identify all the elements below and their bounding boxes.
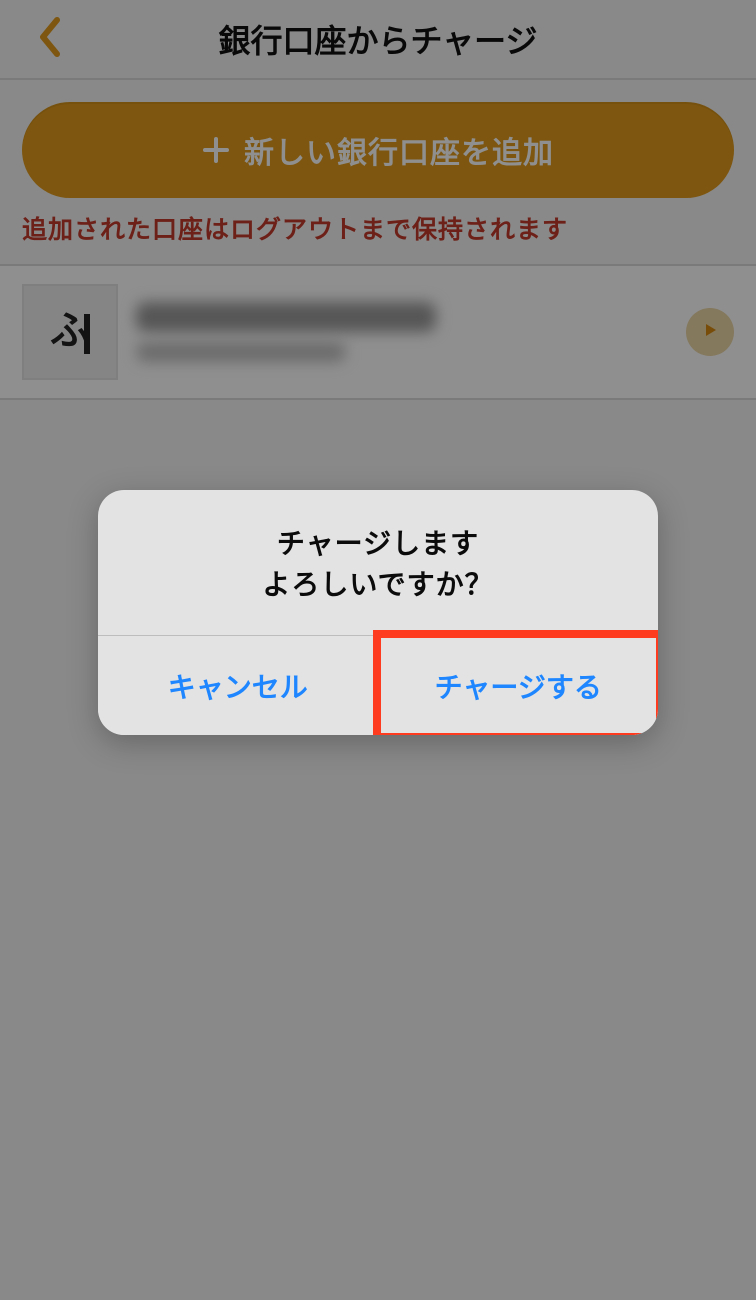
- cancel-button[interactable]: キャンセル: [98, 636, 379, 735]
- dialog-message-line2: よろしいですか？: [118, 565, 638, 606]
- confirm-charge-button[interactable]: チャージする: [379, 636, 659, 735]
- screen: 銀行口座からチャージ 新しい銀行口座を追加 追加された口座はログアウトまで保持さ…: [0, 0, 756, 1300]
- dialog-message-line1: チャージします: [118, 524, 638, 565]
- dialog-actions: キャンセル チャージする: [98, 635, 658, 735]
- dialog-body: チャージします よろしいですか？: [98, 490, 658, 635]
- cancel-button-label: キャンセル: [168, 666, 308, 706]
- charge-confirm-dialog: チャージします よろしいですか？ キャンセル チャージする: [98, 490, 658, 735]
- confirm-charge-label: チャージする: [435, 666, 602, 706]
